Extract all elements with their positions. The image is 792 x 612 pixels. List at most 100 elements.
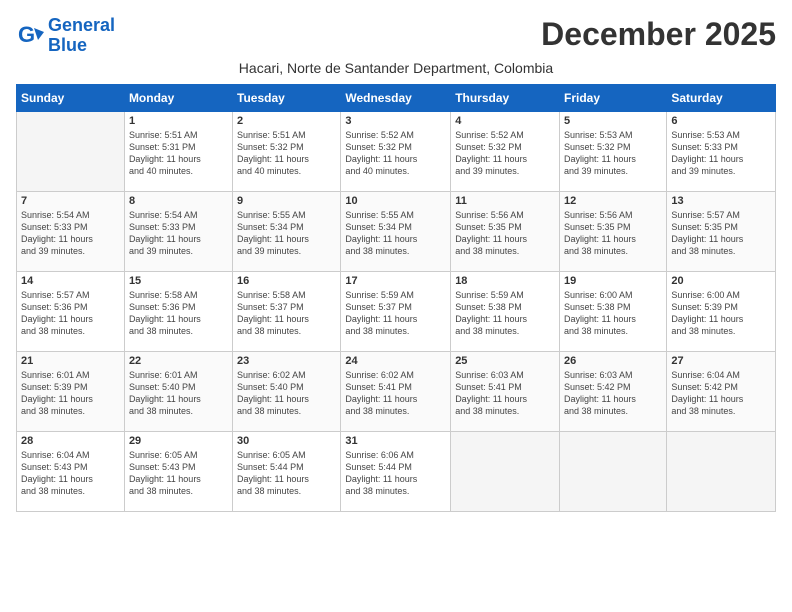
calendar-week-4: 21Sunrise: 6:01 AM Sunset: 5:39 PM Dayli… [17, 351, 776, 431]
weekday-header-sunday: Sunday [17, 84, 125, 111]
logo: G General Blue [16, 16, 115, 56]
weekday-header-thursday: Thursday [451, 84, 560, 111]
calendar-cell: 15 Sunrise: 5:58 AM Sunset: 5:36 PM Dayli… [124, 271, 232, 351]
calendar-header: SundayMondayTuesdayWednesdayThursdayFrid… [17, 84, 776, 111]
day-info: Sunrise: 5:54 AM Sunset: 5:33 PM Dayligh… [129, 209, 228, 258]
calendar-cell: 18 Sunrise: 5:59 AM Sunset: 5:38 PM Dayli… [451, 271, 560, 351]
day-number: 17 [345, 275, 446, 287]
calendar-cell: 8Sunrise: 5:54 AM Sunset: 5:33 PM Daylig… [124, 191, 232, 271]
day-number: 20 [671, 275, 771, 287]
day-number: 5 [564, 115, 662, 127]
day-number: 23 [237, 355, 336, 367]
day-number: 4 [455, 115, 555, 127]
day-number: 18 [455, 275, 555, 287]
calendar-cell: 22 Sunrise: 6:01 AM Sunset: 5:40 PM Dayli… [124, 351, 232, 431]
day-info: Sunrise: 5:54 AM Sunset: 5:33 PM Dayligh… [21, 209, 120, 258]
calendar-cell [17, 111, 125, 191]
calendar-cell: 21Sunrise: 6:01 AM Sunset: 5:39 PM Dayli… [17, 351, 125, 431]
day-number: 26 [564, 355, 662, 367]
calendar-cell: 30 Sunrise: 6:05 AM Sunset: 5:44 PM Dayli… [233, 431, 341, 511]
day-info: Sunrise: 6:04 AM Sunset: 5:43 PM Dayligh… [21, 449, 120, 498]
calendar-cell: 4 Sunrise: 5:52 AM Sunset: 5:32 PM Daylig… [451, 111, 560, 191]
calendar-cell [451, 431, 560, 511]
calendar-cell [560, 431, 667, 511]
weekday-row: SundayMondayTuesdayWednesdayThursdayFrid… [17, 84, 776, 111]
day-info: Sunrise: 5:59 AM Sunset: 5:38 PM Dayligh… [455, 289, 555, 338]
day-info: Sunrise: 6:02 AM Sunset: 5:41 PM Dayligh… [345, 369, 446, 418]
calendar-week-2: 7Sunrise: 5:54 AM Sunset: 5:33 PM Daylig… [17, 191, 776, 271]
day-number: 31 [345, 435, 446, 447]
day-number: 27 [671, 355, 771, 367]
calendar-cell: 10Sunrise: 5:55 AM Sunset: 5:34 PM Dayli… [341, 191, 451, 271]
calendar-cell: 28 Sunrise: 6:04 AM Sunset: 5:43 PM Dayli… [17, 431, 125, 511]
day-number: 21 [21, 355, 120, 367]
day-number: 2 [237, 115, 336, 127]
calendar-cell: 20 Sunrise: 6:00 AM Sunset: 5:39 PM Dayli… [667, 271, 776, 351]
calendar-cell: 11Sunrise: 5:56 AM Sunset: 5:35 PM Dayli… [451, 191, 560, 271]
day-number: 28 [21, 435, 120, 447]
day-number: 3 [345, 115, 446, 127]
calendar-cell: 6Sunrise: 5:53 AM Sunset: 5:33 PM Daylig… [667, 111, 776, 191]
day-info: Sunrise: 5:58 AM Sunset: 5:36 PM Dayligh… [129, 289, 228, 338]
calendar-cell: 29 Sunrise: 6:05 AM Sunset: 5:43 PM Dayli… [124, 431, 232, 511]
calendar-cell: 7Sunrise: 5:54 AM Sunset: 5:33 PM Daylig… [17, 191, 125, 271]
day-info: Sunrise: 6:05 AM Sunset: 5:43 PM Dayligh… [129, 449, 228, 498]
calendar-cell: 23 Sunrise: 6:02 AM Sunset: 5:40 PM Dayli… [233, 351, 341, 431]
day-info: Sunrise: 6:03 AM Sunset: 5:41 PM Dayligh… [455, 369, 555, 418]
logo-general: General [48, 15, 115, 35]
calendar-cell: 5Sunrise: 5:53 AM Sunset: 5:32 PM Daylig… [560, 111, 667, 191]
logo-icon: G [16, 22, 44, 50]
calendar-cell: 27 Sunrise: 6:04 AM Sunset: 5:42 PM Dayli… [667, 351, 776, 431]
day-info: Sunrise: 6:06 AM Sunset: 5:44 PM Dayligh… [345, 449, 446, 498]
weekday-header-wednesday: Wednesday [341, 84, 451, 111]
day-number: 13 [671, 195, 771, 207]
calendar-week-1: 1Sunrise: 5:51 AM Sunset: 5:31 PM Daylig… [17, 111, 776, 191]
day-info: Sunrise: 6:04 AM Sunset: 5:42 PM Dayligh… [671, 369, 771, 418]
day-info: Sunrise: 6:01 AM Sunset: 5:40 PM Dayligh… [129, 369, 228, 418]
calendar-cell: 16Sunrise: 5:58 AM Sunset: 5:37 PM Dayli… [233, 271, 341, 351]
day-number: 11 [455, 195, 555, 207]
day-number: 9 [237, 195, 336, 207]
weekday-header-saturday: Saturday [667, 84, 776, 111]
day-number: 12 [564, 195, 662, 207]
day-number: 30 [237, 435, 336, 447]
day-info: Sunrise: 5:51 AM Sunset: 5:31 PM Dayligh… [129, 129, 228, 178]
day-number: 22 [129, 355, 228, 367]
calendar-cell: 17Sunrise: 5:59 AM Sunset: 5:37 PM Dayli… [341, 271, 451, 351]
calendar-cell: 26 Sunrise: 6:03 AM Sunset: 5:42 PM Dayli… [560, 351, 667, 431]
day-info: Sunrise: 5:52 AM Sunset: 5:32 PM Dayligh… [455, 129, 555, 178]
calendar-week-5: 28 Sunrise: 6:04 AM Sunset: 5:43 PM Dayli… [17, 431, 776, 511]
weekday-header-monday: Monday [124, 84, 232, 111]
day-number: 24 [345, 355, 446, 367]
day-info: Sunrise: 6:05 AM Sunset: 5:44 PM Dayligh… [237, 449, 336, 498]
calendar-week-3: 14Sunrise: 5:57 AM Sunset: 5:36 PM Dayli… [17, 271, 776, 351]
day-info: Sunrise: 6:00 AM Sunset: 5:38 PM Dayligh… [564, 289, 662, 338]
day-number: 19 [564, 275, 662, 287]
day-info: Sunrise: 5:55 AM Sunset: 5:34 PM Dayligh… [345, 209, 446, 258]
logo-blue: Blue [48, 35, 87, 55]
location-title: Hacari, Norte de Santander Department, C… [16, 60, 776, 76]
page-header: G General Blue December 2025 [16, 16, 776, 56]
calendar-cell: 13Sunrise: 5:57 AM Sunset: 5:35 PM Dayli… [667, 191, 776, 271]
weekday-header-friday: Friday [560, 84, 667, 111]
day-number: 15 [129, 275, 228, 287]
svg-text:G: G [18, 22, 35, 47]
calendar-cell: 3Sunrise: 5:52 AM Sunset: 5:32 PM Daylig… [341, 111, 451, 191]
calendar-cell: 14Sunrise: 5:57 AM Sunset: 5:36 PM Dayli… [17, 271, 125, 351]
calendar-cell: 12Sunrise: 5:56 AM Sunset: 5:35 PM Dayli… [560, 191, 667, 271]
day-number: 29 [129, 435, 228, 447]
day-info: Sunrise: 5:53 AM Sunset: 5:33 PM Dayligh… [671, 129, 771, 178]
day-number: 25 [455, 355, 555, 367]
day-info: Sunrise: 6:02 AM Sunset: 5:40 PM Dayligh… [237, 369, 336, 418]
month-title: December 2025 [541, 16, 776, 53]
day-info: Sunrise: 5:57 AM Sunset: 5:36 PM Dayligh… [21, 289, 120, 338]
day-info: Sunrise: 6:00 AM Sunset: 5:39 PM Dayligh… [671, 289, 771, 338]
calendar-cell: 1Sunrise: 5:51 AM Sunset: 5:31 PM Daylig… [124, 111, 232, 191]
calendar-cell: 9Sunrise: 5:55 AM Sunset: 5:34 PM Daylig… [233, 191, 341, 271]
calendar-table: SundayMondayTuesdayWednesdayThursdayFrid… [16, 84, 776, 512]
weekday-header-tuesday: Tuesday [233, 84, 341, 111]
logo-text: General Blue [48, 16, 115, 56]
calendar-body: 1Sunrise: 5:51 AM Sunset: 5:31 PM Daylig… [17, 111, 776, 511]
day-info: Sunrise: 5:58 AM Sunset: 5:37 PM Dayligh… [237, 289, 336, 338]
day-info: Sunrise: 6:03 AM Sunset: 5:42 PM Dayligh… [564, 369, 662, 418]
